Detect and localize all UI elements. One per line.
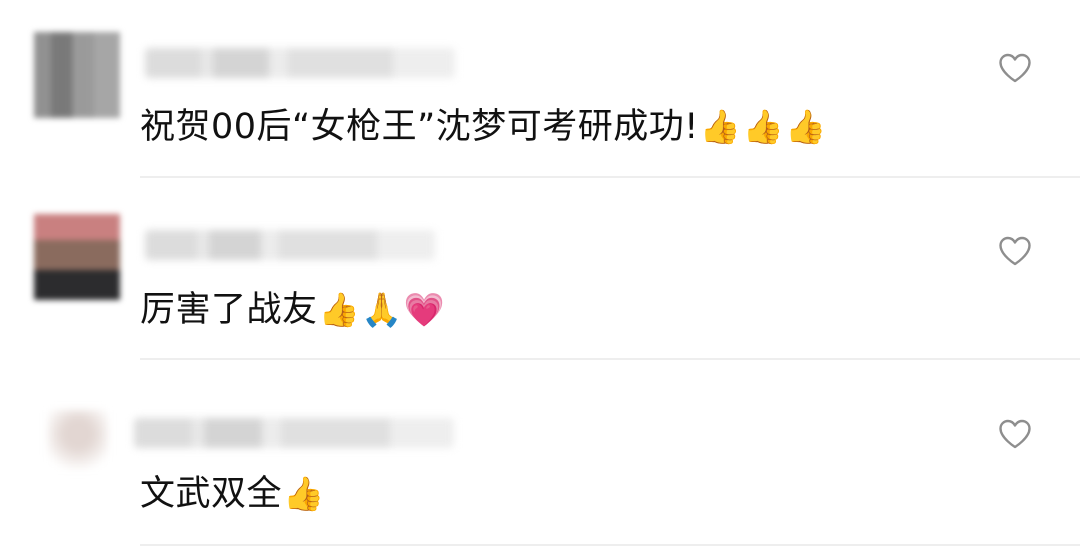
comment-item: 祝贺00后“女枪王”沈梦可考研成功!👍👍👍	[0, 0, 1080, 178]
avatar[interactable]	[48, 410, 108, 470]
divider	[140, 176, 1080, 178]
thumbs-up-emoji: 👍	[318, 290, 361, 329]
comment-body: 祝贺00后“女枪王”沈梦可考研成功!	[140, 107, 699, 147]
comment-list: 祝贺00后“女枪王”沈梦可考研成功!👍👍👍 厉害了战友👍🙏💗 文武双全👍	[0, 0, 1080, 546]
heart-emoji: 💗	[403, 290, 446, 329]
username-blurred[interactable]	[134, 418, 454, 448]
comment-body: 厉害了战友	[140, 290, 318, 330]
thumbs-up-emoji: 👍	[699, 107, 742, 146]
comment-item: 厉害了战友👍🙏💗	[0, 180, 1080, 360]
comment-body: 文武双全	[140, 474, 283, 514]
heart-outline-icon	[999, 419, 1031, 449]
comment-text: 祝贺00后“女枪王”沈梦可考研成功!👍👍👍	[140, 105, 827, 149]
divider	[140, 358, 1080, 360]
comment-text: 厉害了战友👍🙏💗	[140, 288, 445, 332]
like-button[interactable]	[998, 419, 1032, 449]
like-button[interactable]	[998, 53, 1032, 83]
username-blurred[interactable]	[145, 230, 435, 260]
comment-text: 文武双全👍	[140, 472, 325, 516]
heart-outline-icon	[999, 236, 1031, 266]
thumbs-up-emoji: 👍	[785, 107, 827, 146]
comment-item: 文武双全👍	[0, 362, 1080, 546]
thumbs-up-emoji: 👍	[283, 474, 325, 513]
avatar[interactable]	[34, 214, 120, 300]
username-blurred[interactable]	[145, 48, 455, 78]
avatar[interactable]	[34, 32, 120, 118]
thumbs-up-emoji: 👍	[742, 107, 785, 146]
like-button[interactable]	[998, 236, 1032, 266]
heart-outline-icon	[999, 53, 1031, 83]
folded-hands-emoji: 🙏	[361, 290, 403, 329]
